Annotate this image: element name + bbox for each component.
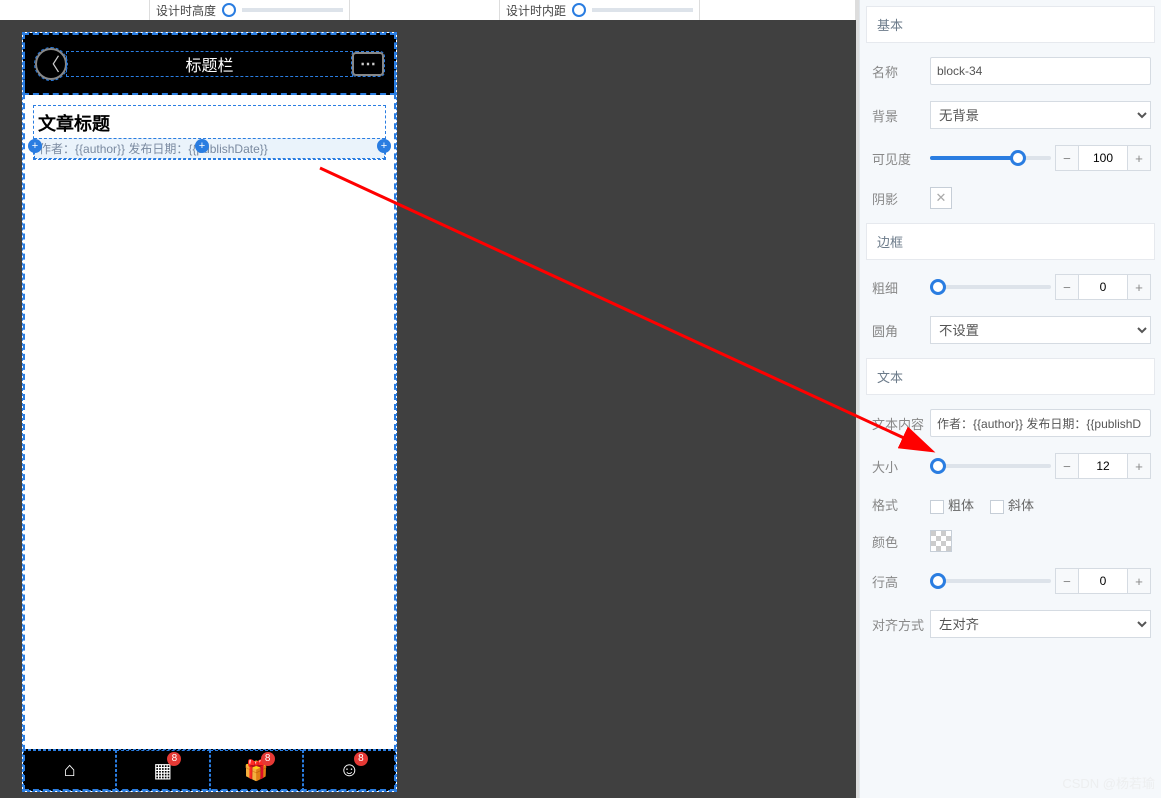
section-border: 边框 [866,223,1155,260]
minus-button[interactable]: − [1055,274,1079,300]
size-label: 大小 [872,457,924,476]
section-text: 文本 [866,358,1155,395]
radius-select[interactable]: 不设置 [930,316,1151,344]
titlebar-text: 标题栏 [67,52,352,76]
align-select[interactable]: 左对齐 [930,610,1151,638]
radius-label: 圆角 [872,321,924,340]
plus-button[interactable]: + [1127,568,1151,594]
article-title[interactable]: 文章标题 [34,110,385,136]
row-thickness: 粗细 − + [860,266,1161,308]
design-toolbar: 设计时高度 设计时内距 [0,0,856,20]
minus-button[interactable]: − [1055,568,1079,594]
phone-tabbar: ⌂ ▦8 🎁8 ☺8 [23,749,396,791]
bg-label: 背景 [872,106,924,125]
format-label: 格式 [872,495,924,514]
section-basic: 基本 [866,6,1155,43]
size-slider[interactable] [930,457,1051,475]
article-meta-line[interactable]: + + + 作者：{{author}} 发布日期：{{publishDate}} [34,138,385,159]
row-bg: 背景 无背景 [860,93,1161,137]
align-label: 对齐方式 [872,615,924,634]
lineheight-slider[interactable] [930,572,1051,590]
back-icon[interactable]: 〈 [35,48,67,80]
thickness-value[interactable] [1079,274,1127,300]
thickness-label: 粗细 [872,278,924,297]
tab-home[interactable]: ⌂ [23,750,116,791]
more-icon[interactable]: ⋯ [352,52,384,76]
bg-select[interactable]: 无背景 [930,101,1151,129]
textcontent-label: 文本内容 [872,414,924,433]
row-visibility: 可见度 − + [860,137,1161,179]
selected-block[interactable]: 文章标题 + + + 作者：{{author}} 发布日期：{{publishD… [33,105,386,160]
color-label: 颜色 [872,532,924,551]
lineheight-value[interactable] [1079,568,1127,594]
row-lineheight: 行高 − + [860,560,1161,602]
bold-checkbox[interactable]: 粗体 [930,495,974,514]
preview-canvas[interactable]: 〈 标题栏 ⋯ 文章标题 + + + 作者：{{author}} 发布日期：{{… [22,32,397,792]
property-panel: 基本 名称 背景 无背景 可见度 − + 阴影 ✕ 边框 粗细 [859,0,1161,798]
shadow-label: 阴影 [872,189,924,208]
tab-badge: 8 [354,752,368,766]
visibility-stepper[interactable]: − + [1055,145,1151,171]
visibility-slider[interactable] [930,149,1051,167]
phone-page-body[interactable]: 文章标题 + + + 作者：{{author}} 发布日期：{{publishD… [23,95,396,749]
resize-handle-mid[interactable]: + [195,139,209,153]
plus-button[interactable]: + [1127,145,1151,171]
design-padding-label: 设计时内距 [506,2,566,19]
tab-grid[interactable]: ▦8 [116,750,209,791]
resize-handle-left[interactable]: + [28,139,42,153]
row-align: 对齐方式 左对齐 [860,602,1161,646]
name-label: 名称 [872,62,924,81]
minus-button[interactable]: − [1055,453,1079,479]
name-input[interactable] [930,57,1151,85]
row-textcontent: 文本内容 [860,401,1161,445]
row-name: 名称 [860,49,1161,93]
tab-gift[interactable]: 🎁8 [210,750,303,791]
row-format: 格式 粗体 斜体 [860,487,1161,522]
visibility-label: 可见度 [872,149,924,168]
minus-button[interactable]: − [1055,145,1079,171]
design-height-label: 设计时高度 [156,2,216,19]
design-height-knob[interactable] [222,3,236,17]
phone-titlebar[interactable]: 〈 标题栏 ⋯ [23,33,396,95]
shadow-toggle[interactable]: ✕ [930,187,952,209]
visibility-value[interactable] [1079,145,1127,171]
textcontent-input[interactable] [930,409,1151,437]
lineheight-label: 行高 [872,572,924,591]
plus-button[interactable]: + [1127,274,1151,300]
size-stepper[interactable]: − + [1055,453,1151,479]
tab-user[interactable]: ☺8 [303,750,396,791]
home-icon: ⌂ [57,758,83,784]
plus-button[interactable]: + [1127,453,1151,479]
design-padding-knob[interactable] [572,3,586,17]
row-radius: 圆角 不设置 [860,308,1161,352]
row-color: 颜色 [860,522,1161,560]
thickness-slider[interactable] [930,278,1051,296]
color-swatch[interactable] [930,530,952,552]
row-size: 大小 − + [860,445,1161,487]
resize-handle-right[interactable]: + [377,139,391,153]
lineheight-stepper[interactable]: − + [1055,568,1151,594]
italic-checkbox[interactable]: 斜体 [990,495,1034,514]
row-shadow: 阴影 ✕ [860,179,1161,217]
article-meta-text: 作者：{{author}} 发布日期：{{publishDate}} [39,142,268,156]
thickness-stepper[interactable]: − + [1055,274,1151,300]
tab-badge: 8 [261,752,275,766]
tab-badge: 8 [167,752,181,766]
size-value[interactable] [1079,453,1127,479]
